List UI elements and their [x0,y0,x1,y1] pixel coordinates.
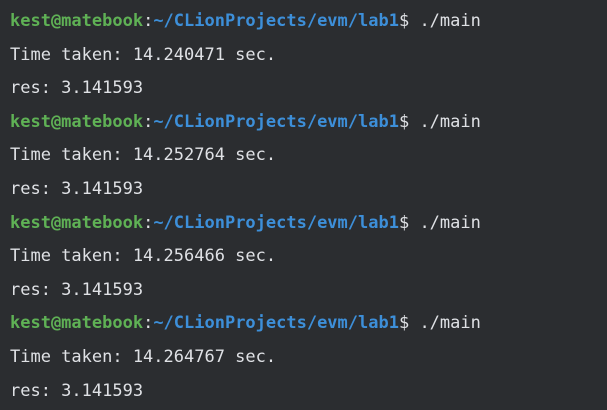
output-result-line: res: 3.141593 [10,279,144,300]
prompt-user-host: kest@matebook [10,212,144,233]
prompt-user-host: kest@matebook [10,313,144,334]
prompt-colon: : [143,11,154,31]
prompt-symbol: $ [398,111,410,132]
output-result-line: res: 3.141593 [10,380,144,401]
prompt-symbol: $ [398,212,410,233]
prompt-symbol: $ [398,11,410,31]
terminal-output[interactable]: kest@matebook:~/CLionProjects/evm/lab1$ … [0,0,607,410]
prompt-colon: : [143,313,154,334]
prompt-line: kest@matebook:~/CLionProjects/evm/lab1$ … [10,5,607,39]
output-time-line: Time taken: 14.264767 sec. [10,346,277,367]
prompt-command: ./main [409,212,481,233]
output-time-line: Time taken: 14.240471 sec. [10,44,277,65]
output-time-line: Time taken: 14.252764 sec. [10,145,277,166]
prompt-path: ~/CLionProjects/evm/lab1 [153,111,399,132]
prompt-user-host: kest@matebook [10,11,144,31]
prompt-user-host: kest@matebook [10,111,144,132]
prompt-path: ~/CLionProjects/evm/lab1 [153,212,399,233]
prompt-line: kest@matebook:~/CLionProjects/evm/lab1$ … [10,106,607,140]
prompt-path: ~/CLionProjects/evm/lab1 [153,11,399,31]
prompt-line: kest@matebook:~/CLionProjects/evm/lab1$ … [10,307,607,341]
prompt-path: ~/CLionProjects/evm/lab1 [153,313,399,334]
prompt-line: kest@matebook:~/CLionProjects/evm/lab1$ … [10,207,607,241]
prompt-symbol: $ [398,313,410,334]
prompt-colon: : [143,111,154,132]
prompt-colon: : [143,212,154,233]
prompt-command: ./main [409,111,481,132]
prompt-command: ./main [409,11,481,31]
prompt-command: ./main [409,313,481,334]
output-result-line: res: 3.141593 [10,78,144,99]
output-time-line: Time taken: 14.256466 sec. [10,246,277,267]
output-result-line: res: 3.141593 [10,178,144,199]
